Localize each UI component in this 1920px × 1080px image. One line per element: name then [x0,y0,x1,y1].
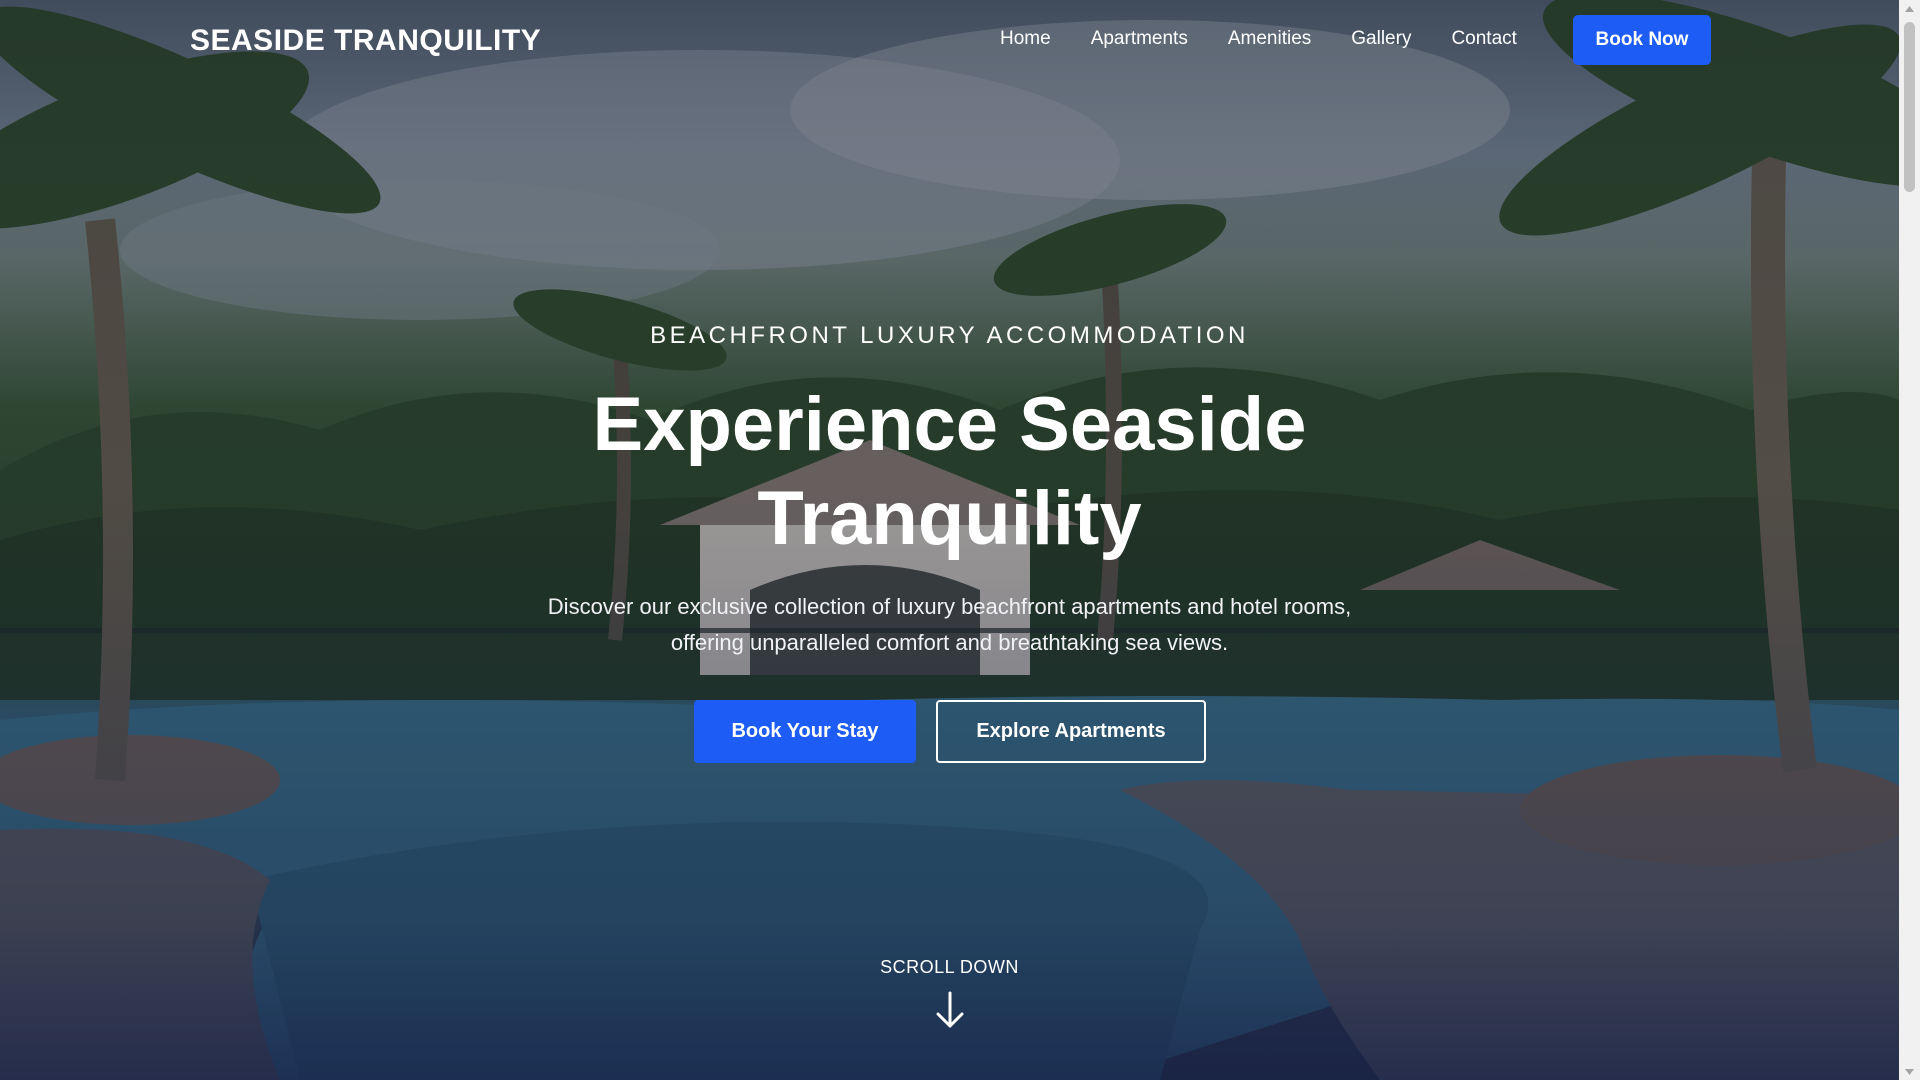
hero-subtext: Discover our exclusive collection of lux… [0,589,1899,661]
scroll-down-arrow-icon[interactable] [1899,1063,1920,1080]
headline-line-2: Tranquility [757,476,1142,561]
scroll-up-arrow-icon[interactable] [1899,0,1920,17]
subtext-line-1: Discover our exclusive collection of lux… [547,594,1352,619]
page-scrollbar[interactable] [1899,0,1920,1080]
scroll-down-label[interactable]: SCROLL DOWN [0,957,1899,978]
arrow-down-icon[interactable] [934,990,966,1030]
nav-link-home[interactable]: Home [1000,28,1051,50]
hero-eyebrow: BEACHFRONT LUXURY ACCOMMODATION [650,322,1249,349]
nav-link-gallery[interactable]: Gallery [1351,28,1411,50]
nav-links: Home Apartments Amenities Gallery Contac… [1000,28,1557,50]
nav-link-contact[interactable]: Contact [1451,28,1516,50]
book-now-button[interactable]: Book Now [1573,15,1711,65]
explore-apartments-button[interactable]: Explore Apartments [936,700,1206,763]
navbar: SEASIDE TRANQUILITY Home Apartments Amen… [0,0,1899,80]
brand-logo[interactable]: SEASIDE TRANQUILITY [190,24,541,58]
nav-link-apartments[interactable]: Apartments [1091,28,1188,50]
nav-link-amenities[interactable]: Amenities [1228,28,1311,50]
subtext-line-2: offering unparalleled comfort and breath… [670,630,1229,655]
headline-line-1: Experience Seaside [592,382,1307,467]
scrollbar-thumb[interactable] [1904,22,1915,192]
book-your-stay-button[interactable]: Book Your Stay [694,700,916,763]
hero-headline: Experience Seaside Tranquility [0,378,1899,566]
